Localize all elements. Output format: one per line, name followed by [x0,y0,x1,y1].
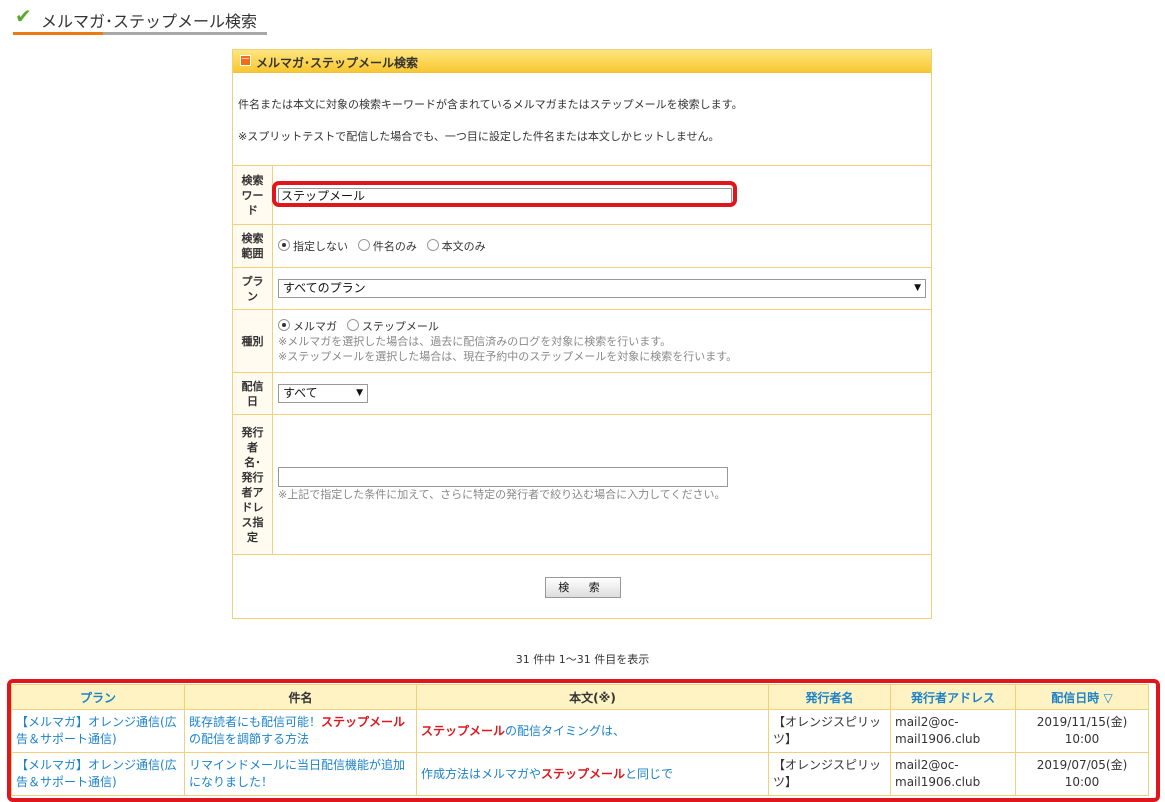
plan-link[interactable]: 【メルマガ】オレンジ通信(広告＆サポート通信) [16,715,177,746]
radio-selected-icon[interactable] [278,319,290,331]
plan-link[interactable]: 【メルマガ】オレンジ通信(広告＆サポート通信) [16,758,177,789]
radio-selected-icon[interactable] [278,239,290,251]
kind-note-stepmail: ※ステップメールを選択した場合は、現在予約中のステップメールを対象に検索を行いま… [278,350,738,363]
row-body: ステップメールの配信タイミングは、 [416,709,769,753]
row-subject: リマインドメールに当日配信機能が追加になりました！ [184,752,417,796]
page-header: ✔ メルマガ･ステップメール検索 [13,4,268,35]
scope-label: 検索 範囲 [233,224,273,268]
header-date[interactable]: 配信日時 ▽ [1015,684,1149,710]
keyword-label: 検索 ワード [233,165,273,225]
row-address: mail2@oc-mail1906.club [890,752,1016,796]
body-link[interactable]: 作成方法はメルマガやステップメールと同じで [421,767,673,781]
header-subject: 件名 [184,684,417,710]
result-count: 31 件中 1～31 件目を表示 [515,653,650,666]
row-plan: 【メルマガ】オレンジ通信(広告＆サポート通信) [11,709,185,753]
kind-option-stepmail[interactable]: ステップメール [346,319,439,333]
radio-icon[interactable] [357,239,370,251]
row-sender: 【オレンジスピリッツ】 [768,752,891,796]
kind-note-magazine: ※メルマガを選択した場合は、過去に配信済みのログを対象に検索を行います。 [278,335,672,348]
kind-option-magazine[interactable]: メルマガ [278,319,337,333]
row-plan: 【メルマガ】オレンジ通信(広告＆サポート通信) [11,752,185,796]
kind-label: 種別 [233,309,273,373]
dropdown-arrow-icon: ▼ [356,388,363,398]
sender-label: 発行者名･ 発行 者ア ドレ ス指定 [233,414,273,555]
table-row: 【メルマガ】オレンジ通信(広告＆サポート通信) 既存読者にも配信可能！ステップメ… [11,709,1149,753]
dropdown-arrow-icon: ▼ [914,283,921,293]
subject-link[interactable]: 既存読者にも配信可能！ステップメールの配信を調節する方法 [189,715,405,746]
search-panel-title: メルマガ･ステップメール検索 [256,56,419,70]
subject-link[interactable]: リマインドメールに当日配信機能が追加になりました！ [189,758,405,789]
sender-input[interactable] [278,467,728,487]
date-label: 配信日 [233,372,273,415]
table-row: 【メルマガ】オレンジ通信(広告＆サポート通信) リマインドメールに当日配信機能が… [11,752,1149,796]
plan-select[interactable]: すべてのプラン ▼ [278,279,926,298]
title-underline [103,32,267,35]
date-select[interactable]: すべて ▼ [278,384,368,403]
title-underline-accent [13,32,103,35]
keyword-highlight-box [272,181,737,207]
row-subject: 既存読者にも配信可能！ステップメールの配信を調節する方法 [184,709,417,753]
body-link[interactable]: ステップメールの配信タイミングは、 [421,724,625,738]
search-button[interactable]: 検 索 [545,577,621,598]
page-title: メルマガ･ステップメール検索 [41,12,258,31]
search-description: 件名または本文に対象の検索キーワードが含まれているメルマガまたはステップメールを… [238,98,743,111]
row-date: 2019/07/05(金) 10:00 [1015,752,1149,796]
search-form: 検索 ワード ステップメール 検索 範囲 指定しない 件名のみ 本文のみ プラン す… [233,165,931,615]
results-header-row: プラン 件名 本文(※) 発行者名 発行者アドレス 配信日時 ▽ [11,684,1149,710]
header-plan[interactable]: プラン [11,684,185,710]
scope-option-subject[interactable]: 件名のみ [357,239,417,253]
radio-icon[interactable] [426,239,439,251]
search-panel: － メルマガ･ステップメール検索 件名または本文に対象の検索キーワードが含まれて… [232,49,932,619]
row-body: 作成方法はメルマガやステップメールと同じで [416,752,769,796]
header-sender[interactable]: 発行者名 [768,684,891,710]
scope-option-none[interactable]: 指定しない [278,239,348,253]
search-panel-header: － メルマガ･ステップメール検索 [233,50,931,73]
plan-label: プラン [233,267,273,310]
radio-icon[interactable] [346,319,359,331]
checkmark-icon: ✔ [15,4,32,28]
sender-note: ※上記で指定した条件に加えて、さらに特定の発行者で絞り込む場合に入力してください… [278,488,726,501]
header-body: 本文(※) [416,684,769,710]
scope-option-body[interactable]: 本文のみ [426,239,486,253]
row-date: 2019/11/15(金) 10:00 [1015,709,1149,753]
results-table: プラン 件名 本文(※) 発行者名 発行者アドレス 配信日時 ▽ 【メルマガ】オ… [11,684,1149,796]
header-address[interactable]: 発行者アドレス [890,684,1016,710]
collapse-icon[interactable]: － [240,55,251,66]
split-test-note: ※スプリットテストで配信した場合でも、一つ目に設定した件名または本文しかヒットし… [238,130,720,143]
row-address: mail2@oc-mail1906.club [890,709,1016,753]
row-sender: 【オレンジスピリッツ】 [768,709,891,753]
